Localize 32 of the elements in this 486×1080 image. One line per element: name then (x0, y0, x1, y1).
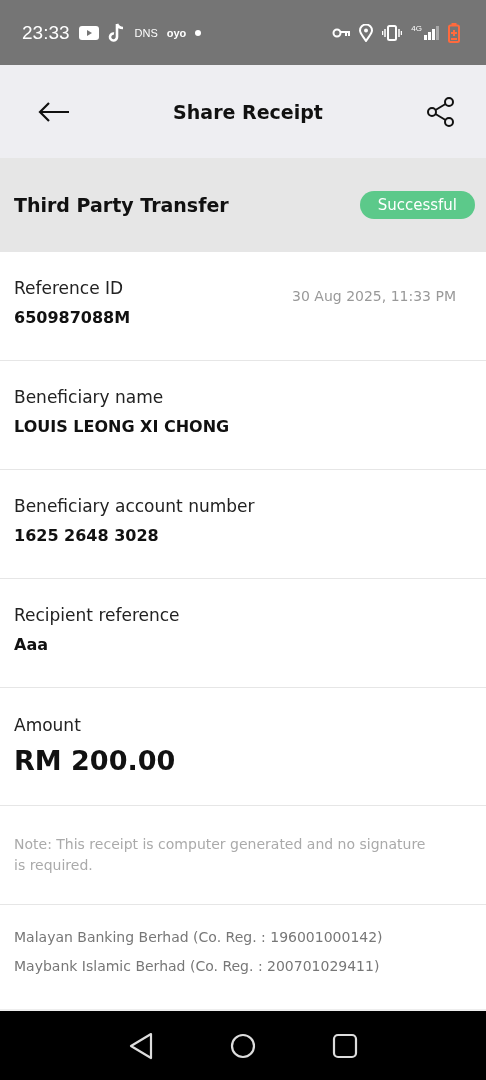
network-type: 4G (411, 24, 422, 33)
music-note-icon (107, 22, 126, 43)
company-registration: Maybank Islamic Berhad (Co. Reg. : 200701029411) (14, 958, 381, 974)
status-text: oyo (166, 26, 187, 39)
field-label: Reference ID (14, 278, 125, 298)
battery-icon (448, 22, 460, 43)
field-value: LOUIS LEONG XI CHONG (14, 417, 230, 436)
transaction-date: 30 Aug 2025, 11:33 PM (292, 288, 456, 304)
receipt-note: Note: This receipt is computer generated and no signature is required. (14, 835, 426, 875)
vibrate-icon (382, 24, 403, 41)
screen-title: Share Receipt (173, 100, 323, 123)
field-label: Beneficiary name (14, 387, 165, 407)
video-play-icon (78, 25, 99, 40)
recents-icon[interactable] (332, 1032, 358, 1059)
amount-value: RM 200.00 (14, 745, 176, 776)
field-value: Aaa (14, 635, 49, 654)
status-text: DNS (134, 26, 158, 39)
dot-icon (195, 29, 202, 36)
signal-icon (423, 25, 439, 40)
key-icon (332, 27, 351, 38)
field-label: Recipient reference (14, 605, 180, 625)
back-icon[interactable] (128, 1031, 154, 1060)
clock: 23:33 (22, 21, 70, 44)
company-registration: Malayan Banking Berhad (Co. Reg. : 196001000142) (14, 929, 384, 945)
field-value: 1625 2648 3028 (14, 526, 160, 545)
transfer-type: Third Party Transfer (14, 194, 229, 216)
location-pin-icon (359, 23, 374, 42)
status-pill: Successful (359, 191, 475, 219)
field-label: Amount (14, 715, 82, 735)
field-label: Beneficiary account number (14, 496, 255, 516)
home-icon[interactable] (230, 1032, 256, 1059)
field-value: 650987088M (14, 308, 131, 327)
